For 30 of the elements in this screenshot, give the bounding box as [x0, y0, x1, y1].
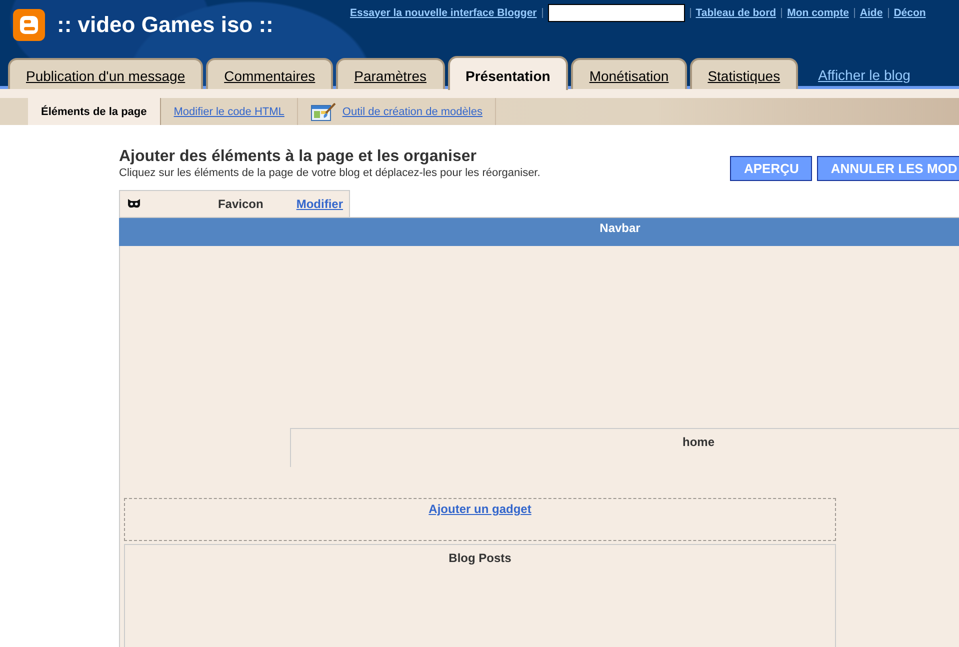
window-brush-icon [311, 102, 336, 120]
subtab[interactable]: Modifier le code HTML [160, 98, 298, 125]
new-interface-link[interactable]: Essayer la nouvelle interface Blogger [350, 6, 537, 18]
nav-tab[interactable]: Présentation [448, 56, 568, 90]
search-field[interactable] [548, 4, 685, 22]
nav-tab[interactable]: Statistiques [690, 58, 798, 89]
navbar-widget[interactable]: Navbar [119, 217, 959, 246]
header-widget[interactable]: home [290, 428, 959, 467]
edit-link[interactable]: Modifier [296, 197, 343, 211]
favicon-widget[interactable]: Favicon Modifier [119, 190, 350, 217]
blog-title: :: video Games iso :: [57, 11, 274, 39]
subtab[interactable]: Éléments de la page [28, 98, 161, 125]
account-link[interactable]: Décon [894, 6, 926, 18]
add-gadget-link[interactable]: Ajouter un gadget [428, 502, 532, 516]
nav-tab[interactable]: Monétisation [571, 58, 687, 89]
account-link[interactable]: Tableau de bord [696, 6, 776, 18]
subtab-label: Outil de création de modèles [342, 106, 482, 118]
subtab[interactable]: Outil de création de modèles [298, 98, 496, 125]
blog-posts-widget[interactable]: Blog Posts [124, 544, 836, 647]
account-link[interactable]: Aide [860, 6, 883, 18]
mask-icon [128, 199, 140, 209]
nav-tab[interactable]: Commentaires [206, 58, 334, 89]
view-blog-link[interactable]: Afficher le blog [818, 67, 910, 83]
nav-tab[interactable]: Paramètres [336, 58, 444, 89]
nav-tab[interactable]: Publication d'un message [8, 58, 204, 89]
page-title: Ajouter des éléments à la page et les organiser [119, 147, 478, 167]
account-link[interactable]: Mon compte [787, 6, 849, 18]
page-subtitle: Cliquez sur les éléments de la page de votre blog et déplacez-les pour les réorganiser. [119, 167, 542, 180]
logo-icon [13, 9, 45, 41]
widget-title: Favicon [218, 197, 264, 211]
